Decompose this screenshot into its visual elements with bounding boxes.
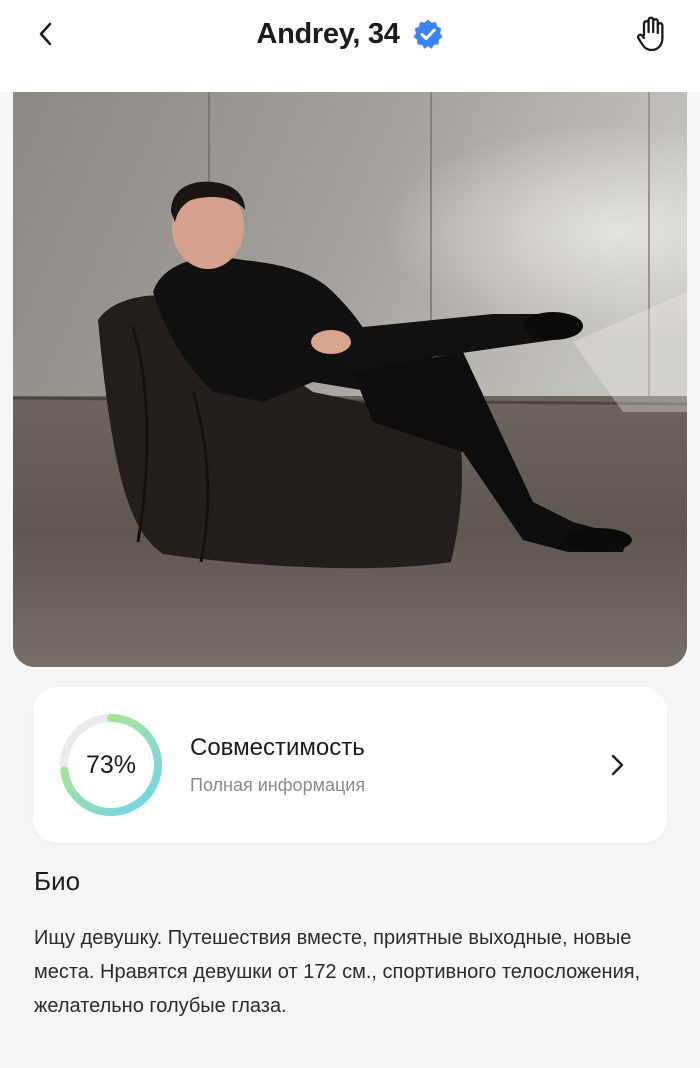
profile-photo-illustration <box>13 92 687 667</box>
profile-header: Andrey, 34 <box>0 14 700 54</box>
chevron-right-icon <box>611 754 624 776</box>
compatibility-card[interactable]: 73% Совместимость Полная информация <box>33 687 667 843</box>
compatibility-title: Совместимость <box>190 734 365 761</box>
bio-text: Ищу девушку. Путешествия вместе, приятны… <box>34 927 641 1017</box>
block-user-button[interactable] <box>632 12 672 56</box>
top-bar: Andrey, 34 <box>0 0 700 92</box>
bio-heading: Био <box>34 866 81 896</box>
hand-stop-icon <box>636 16 664 52</box>
compatibility-subtitle: Полная информация <box>190 775 366 795</box>
verified-badge-icon <box>413 19 443 49</box>
compatibility-percent: 73% <box>85 750 137 779</box>
profile-name-age: Andrey, 34 <box>256 17 400 50</box>
profile-photo[interactable] <box>13 92 687 667</box>
